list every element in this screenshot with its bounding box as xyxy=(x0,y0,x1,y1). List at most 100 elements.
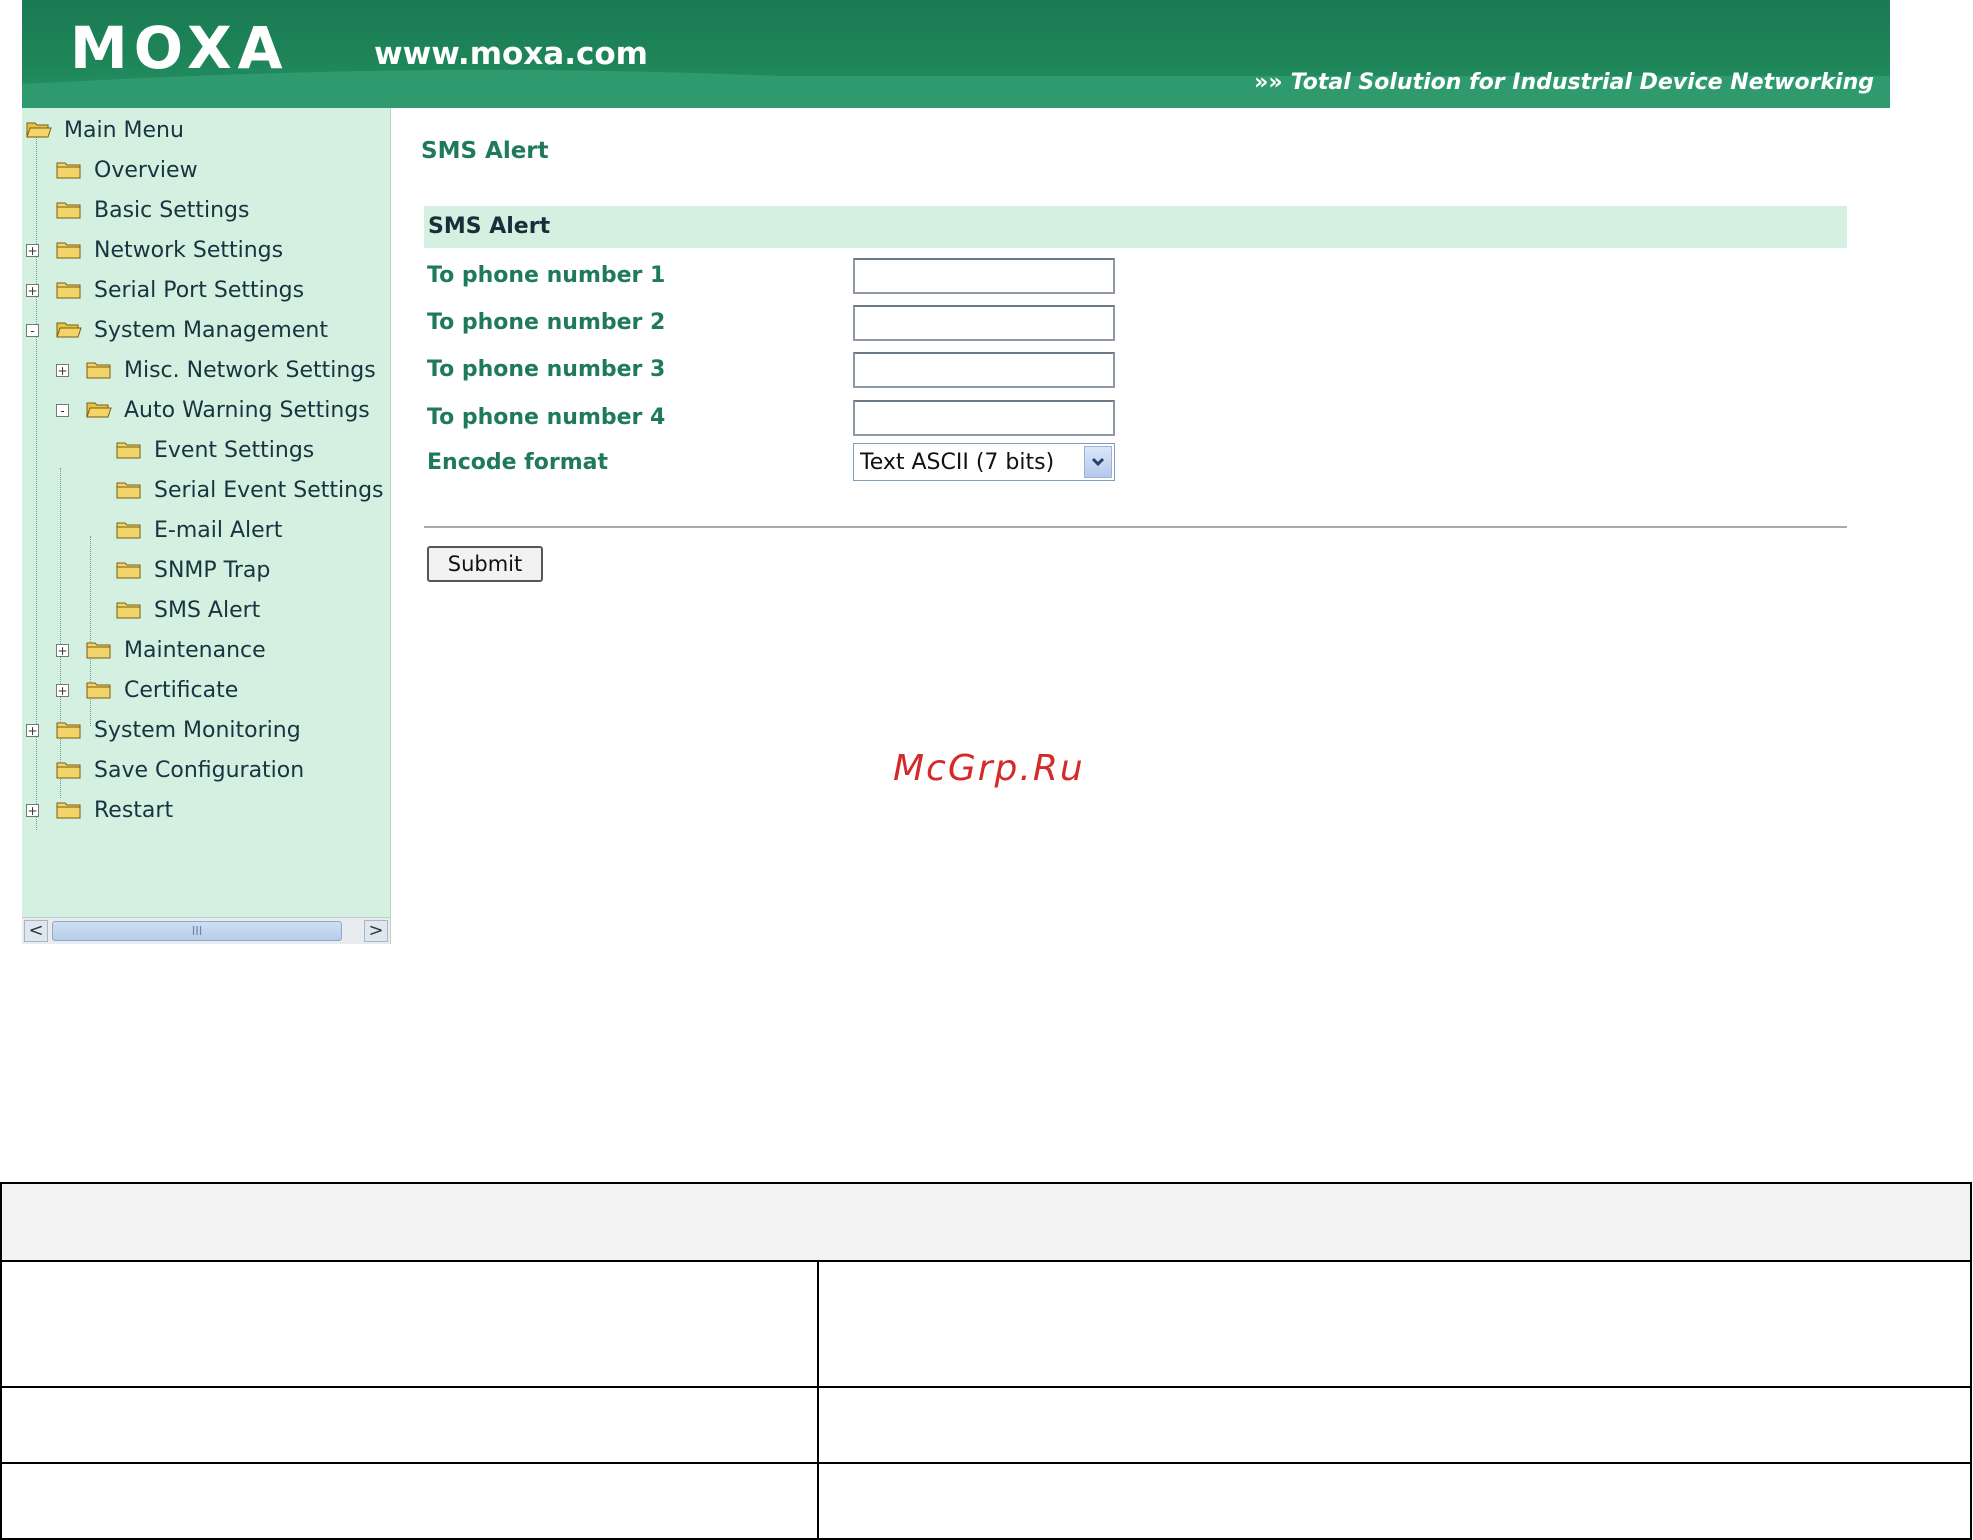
tagline-text: Total Solution for Industrial Device Net… xyxy=(1290,70,1874,95)
main-content: SMS Alert SMS Alert To phone number 1 To… xyxy=(391,108,1890,944)
table-cell xyxy=(0,1462,819,1540)
sidebar-item-label: Serial Event Settings xyxy=(154,477,384,503)
folder-icon xyxy=(56,761,82,779)
section-header: SMS Alert xyxy=(424,206,1847,248)
sidebar-item-overview[interactable]: Overview xyxy=(26,152,198,188)
folder-icon xyxy=(56,201,82,219)
sidebar-item-label: System Management xyxy=(94,317,328,343)
collapse-minus-icon[interactable]: - xyxy=(26,323,39,337)
folder-icon xyxy=(56,241,82,259)
sidebar-item-auto-warning-settings[interactable]: - Auto Warning Settings xyxy=(56,392,370,428)
sidebar-item-event-settings[interactable]: Event Settings xyxy=(86,432,314,468)
sidebar-item-label: SMS Alert xyxy=(154,597,261,623)
sidebar-item-label: SNMP Trap xyxy=(154,557,271,583)
table-cell xyxy=(817,1462,1972,1540)
folder-icon xyxy=(116,561,142,579)
phone-number-1-input[interactable] xyxy=(853,258,1115,294)
sidebar-item-label: Auto Warning Settings xyxy=(124,397,370,423)
expand-plus-icon[interactable]: + xyxy=(56,643,69,657)
sidebar-item-system-monitoring[interactable]: + System Monitoring xyxy=(26,712,301,748)
sidebar-item-misc-network-settings[interactable]: + Misc. Network Settings xyxy=(56,352,376,388)
phone-number-1-label: To phone number 1 xyxy=(427,263,666,288)
sidebar-item-label: Maintenance xyxy=(124,637,266,663)
moxa-logo: MOXA xyxy=(70,14,289,82)
sidebar-item-label: Certificate xyxy=(124,677,239,703)
sidebar-item-sms-alert[interactable]: SMS Alert xyxy=(86,592,260,628)
header-banner: MOXA www.moxa.com »» Total Solution for I… xyxy=(22,0,1890,108)
page-title: SMS Alert xyxy=(421,138,549,164)
folder-open-icon xyxy=(56,321,82,339)
folder-icon xyxy=(56,801,82,819)
table-cell xyxy=(0,1386,819,1464)
tagline: »» Total Solution for Industrial Device N… xyxy=(1254,70,1874,95)
sidebar-item-email-alert[interactable]: E-mail Alert xyxy=(86,512,282,548)
folder-icon xyxy=(116,521,142,539)
sidebar-item-certificate[interactable]: + Certificate xyxy=(56,672,238,708)
phone-number-4-input[interactable] xyxy=(853,400,1115,436)
expand-plus-icon[interactable]: + xyxy=(26,803,39,817)
folder-icon xyxy=(86,641,112,659)
sidebar-item-label: E-mail Alert xyxy=(154,517,283,543)
folder-icon xyxy=(116,601,142,619)
sidebar-item-serial-event-settings[interactable]: Serial Event Settings xyxy=(86,472,384,508)
sidebar-item-label: Save Configuration xyxy=(94,757,305,783)
watermark-text: McGrp.Ru xyxy=(893,748,1085,789)
folder-icon xyxy=(116,441,142,459)
expand-plus-icon[interactable]: + xyxy=(26,283,39,297)
table-cell xyxy=(817,1260,1972,1388)
expand-plus-icon[interactable]: + xyxy=(26,723,39,737)
phone-number-2-input[interactable] xyxy=(853,305,1115,341)
sidebar-item-label: Restart xyxy=(94,797,174,823)
table-cell xyxy=(817,1386,1972,1464)
expand-plus-icon[interactable]: + xyxy=(26,243,39,257)
encode-format-label: Encode format xyxy=(427,450,608,475)
sidebar-item-label: Main Menu xyxy=(64,117,184,143)
phone-number-3-input[interactable] xyxy=(853,352,1115,388)
sidebar-item-label: Event Settings xyxy=(154,437,315,463)
sidebar-item-label: System Monitoring xyxy=(94,717,301,743)
phone-number-3-label: To phone number 3 xyxy=(427,357,666,382)
sidebar-tree: Main Menu Overview Basic Settings + Netw… xyxy=(22,108,391,944)
sidebar-item-network-settings[interactable]: + Network Settings xyxy=(26,232,283,268)
table-row xyxy=(0,1386,1972,1464)
folder-icon xyxy=(56,281,82,299)
phone-number-2-label: To phone number 2 xyxy=(427,310,666,335)
table-row xyxy=(0,1260,1972,1388)
sidebar-item-system-management[interactable]: - System Management xyxy=(26,312,328,348)
double-chevron-right-icon: »» xyxy=(1254,70,1283,95)
expand-plus-icon[interactable]: + xyxy=(56,363,69,377)
folder-icon xyxy=(86,361,112,379)
sidebar-item-label: Overview xyxy=(94,157,198,183)
folder-icon xyxy=(86,681,112,699)
sidebar-item-main-menu[interactable]: Main Menu xyxy=(26,112,184,148)
scrollbar-thumb[interactable]: III xyxy=(52,921,342,941)
table-row xyxy=(0,1462,1972,1540)
expand-plus-icon[interactable]: + xyxy=(56,683,69,697)
submit-button[interactable]: Submit xyxy=(427,546,543,582)
folder-open-icon xyxy=(26,121,52,139)
phone-number-4-label: To phone number 4 xyxy=(427,405,666,430)
divider xyxy=(424,526,1847,528)
encode-format-selected: Text ASCII (7 bits) xyxy=(860,449,1055,475)
sidebar-item-maintenance[interactable]: + Maintenance xyxy=(56,632,266,668)
folder-icon xyxy=(56,721,82,739)
collapse-minus-icon[interactable]: - xyxy=(56,403,69,417)
sidebar-item-label: Network Settings xyxy=(94,237,284,263)
sidebar-item-snmp-trap[interactable]: SNMP Trap xyxy=(86,552,270,588)
sidebar-item-label: Misc. Network Settings xyxy=(124,357,376,383)
empty-table xyxy=(0,1182,1972,1540)
sidebar-item-restart[interactable]: + Restart xyxy=(26,792,173,828)
sidebar-item-label: Basic Settings xyxy=(94,197,250,223)
scroll-left-arrow-icon[interactable]: < xyxy=(24,920,48,942)
scroll-right-arrow-icon[interactable]: > xyxy=(364,920,388,942)
sidebar-item-save-configuration[interactable]: Save Configuration xyxy=(26,752,304,788)
horizontal-scrollbar[interactable]: < III > xyxy=(22,917,390,944)
folder-icon xyxy=(56,161,82,179)
sidebar-item-basic-settings[interactable]: Basic Settings xyxy=(26,192,249,228)
folder-icon xyxy=(116,481,142,499)
folder-open-icon xyxy=(86,401,112,419)
encode-format-select[interactable]: Text ASCII (7 bits) xyxy=(853,443,1115,481)
chevron-down-icon[interactable] xyxy=(1084,446,1112,478)
table-header-cell xyxy=(0,1182,1972,1262)
sidebar-item-serial-port-settings[interactable]: + Serial Port Settings xyxy=(26,272,304,308)
